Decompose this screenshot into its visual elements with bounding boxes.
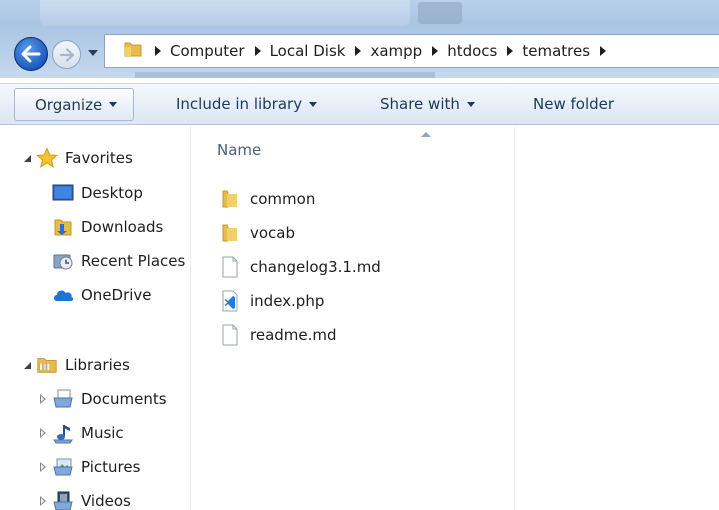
arrow-right-icon [59,47,74,62]
list-item[interactable]: index.php [219,286,324,316]
downloads-icon [52,216,74,238]
expand-icon[interactable] [36,462,50,472]
vscode-file-icon [219,290,241,312]
documents-icon [52,388,74,410]
chevron-down-icon [109,102,118,107]
desktop-icon [52,182,74,204]
window-title-bar: Computer Local Disk xampp htdocs tematre… [0,0,719,78]
libraries-icon [36,354,58,376]
list-item[interactable]: common [219,184,315,214]
file-icon [219,324,241,346]
folder-icon [219,222,241,244]
new-folder-button[interactable]: New folder [533,84,614,124]
chevron-right-icon [432,46,439,56]
column-divider[interactable] [514,126,515,510]
file-icon [219,256,241,278]
background-window-tab [40,0,410,26]
sidebar-item-music[interactable]: Music [36,418,124,448]
chevron-right-icon [355,46,362,56]
file-list: Name common vocab changelog3.1.md index.… [191,126,719,510]
recent-places-icon [52,250,74,272]
pictures-icon [52,456,74,478]
list-item[interactable]: readme.md [219,320,337,350]
folder-icon [123,40,143,62]
collapse-icon[interactable] [20,154,34,163]
back-button[interactable] [14,37,48,71]
breadcrumb-xampp[interactable]: xampp [345,35,422,67]
collapse-icon[interactable] [20,361,34,370]
chevron-right-icon [507,46,514,56]
share-with-button[interactable]: Share with [380,84,475,124]
organize-button[interactable]: Organize [14,88,135,121]
sidebar-item-documents[interactable]: Documents [36,384,167,414]
sidebar-item-pictures[interactable]: Pictures [36,452,140,482]
onedrive-icon [52,284,74,306]
breadcrumb-htdocs[interactable]: htdocs [422,35,497,67]
expand-icon[interactable] [36,496,50,506]
include-in-library-button[interactable]: Include in library [176,84,318,124]
recent-pages-dropdown[interactable] [85,45,101,61]
sidebar-favorites[interactable]: Favorites [20,143,133,173]
list-item[interactable]: vocab [219,218,295,248]
folder-icon [219,188,241,210]
background-window-strip [135,72,435,78]
expand-icon[interactable] [36,394,50,404]
chevron-right-icon [600,46,607,56]
sidebar-item-desktop[interactable]: Desktop [52,178,143,208]
breadcrumb-tematres[interactable]: tematres [497,35,590,67]
command-toolbar: Organize Include in library Share with N… [0,83,719,125]
forward-button[interactable] [52,40,81,69]
chevron-right-icon [254,46,261,56]
chevron-down-icon [466,101,475,107]
sidebar-item-videos[interactable]: Videos [36,486,131,510]
breadcrumb-computer[interactable]: Computer [151,35,245,67]
sidebar-libraries[interactable]: Libraries [20,350,130,380]
chevron-down-icon [88,50,98,56]
sidebar-item-recent-places[interactable]: Recent Places [52,246,185,276]
expand-icon[interactable] [36,428,50,438]
address-bar[interactable]: Computer Local Disk xampp htdocs tematre… [104,34,719,68]
breadcrumb-more[interactable] [590,35,615,67]
music-icon [52,422,74,444]
column-header-name[interactable]: Name [207,126,515,168]
navigation-pane: Favorites Desktop Downloads Recent Place… [0,126,190,510]
sidebar-item-downloads[interactable]: Downloads [52,212,163,242]
arrow-left-icon [21,45,41,63]
chevron-down-icon [309,101,318,107]
videos-icon [52,490,74,510]
chevron-right-icon [155,46,161,56]
background-window-control [418,2,462,24]
star-icon [36,147,58,169]
list-item[interactable]: changelog3.1.md [219,252,381,282]
sort-ascending-icon [421,132,431,137]
breadcrumb-local-disk[interactable]: Local Disk [245,35,345,67]
sidebar-item-onedrive[interactable]: OneDrive [52,280,152,310]
